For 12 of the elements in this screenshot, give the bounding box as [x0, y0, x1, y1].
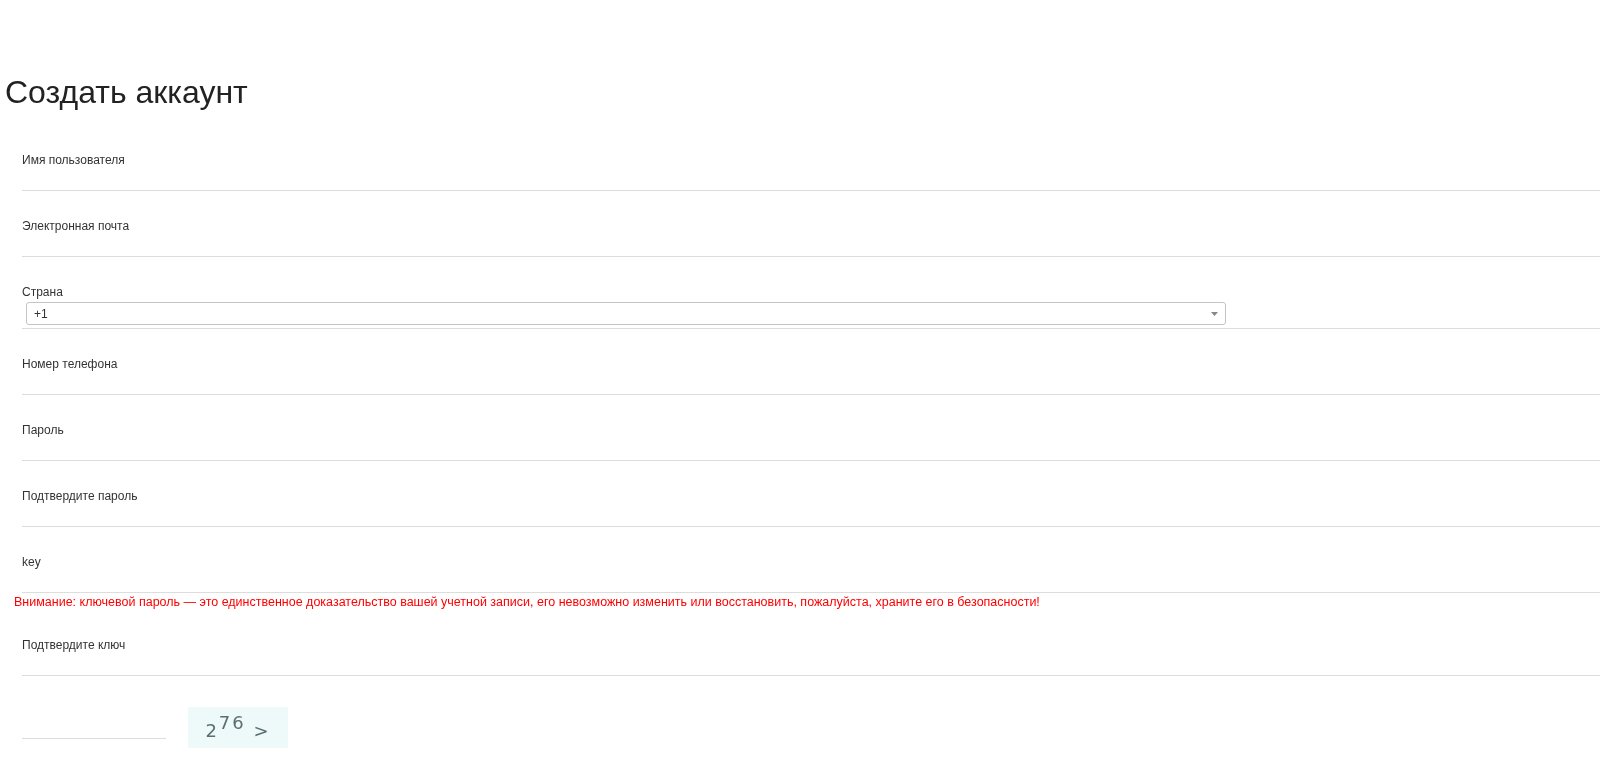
caret-icon	[1211, 311, 1218, 316]
field-label: Подтвердите ключ	[22, 637, 126, 654]
field-label: Страна	[22, 284, 63, 301]
warning-text: Внимание: ключевой пароль — это единственное доказательство вашей учетной записи, его невозможно изменить или восстановить, пожалуйста, храните его в безопасности!	[14, 594, 1040, 610]
field-label: Электронная почта	[22, 218, 130, 235]
field-label: key	[22, 554, 41, 571]
country-select[interactable]: +1	[26, 302, 1226, 325]
field-label: Номер телефона	[22, 356, 118, 373]
page-title: Создать аккаунт	[5, 74, 248, 110]
field-label: Пароль	[22, 422, 64, 439]
field-label: Подтвердите пароль	[22, 488, 138, 505]
field-label: Имя пользователя	[22, 152, 125, 169]
